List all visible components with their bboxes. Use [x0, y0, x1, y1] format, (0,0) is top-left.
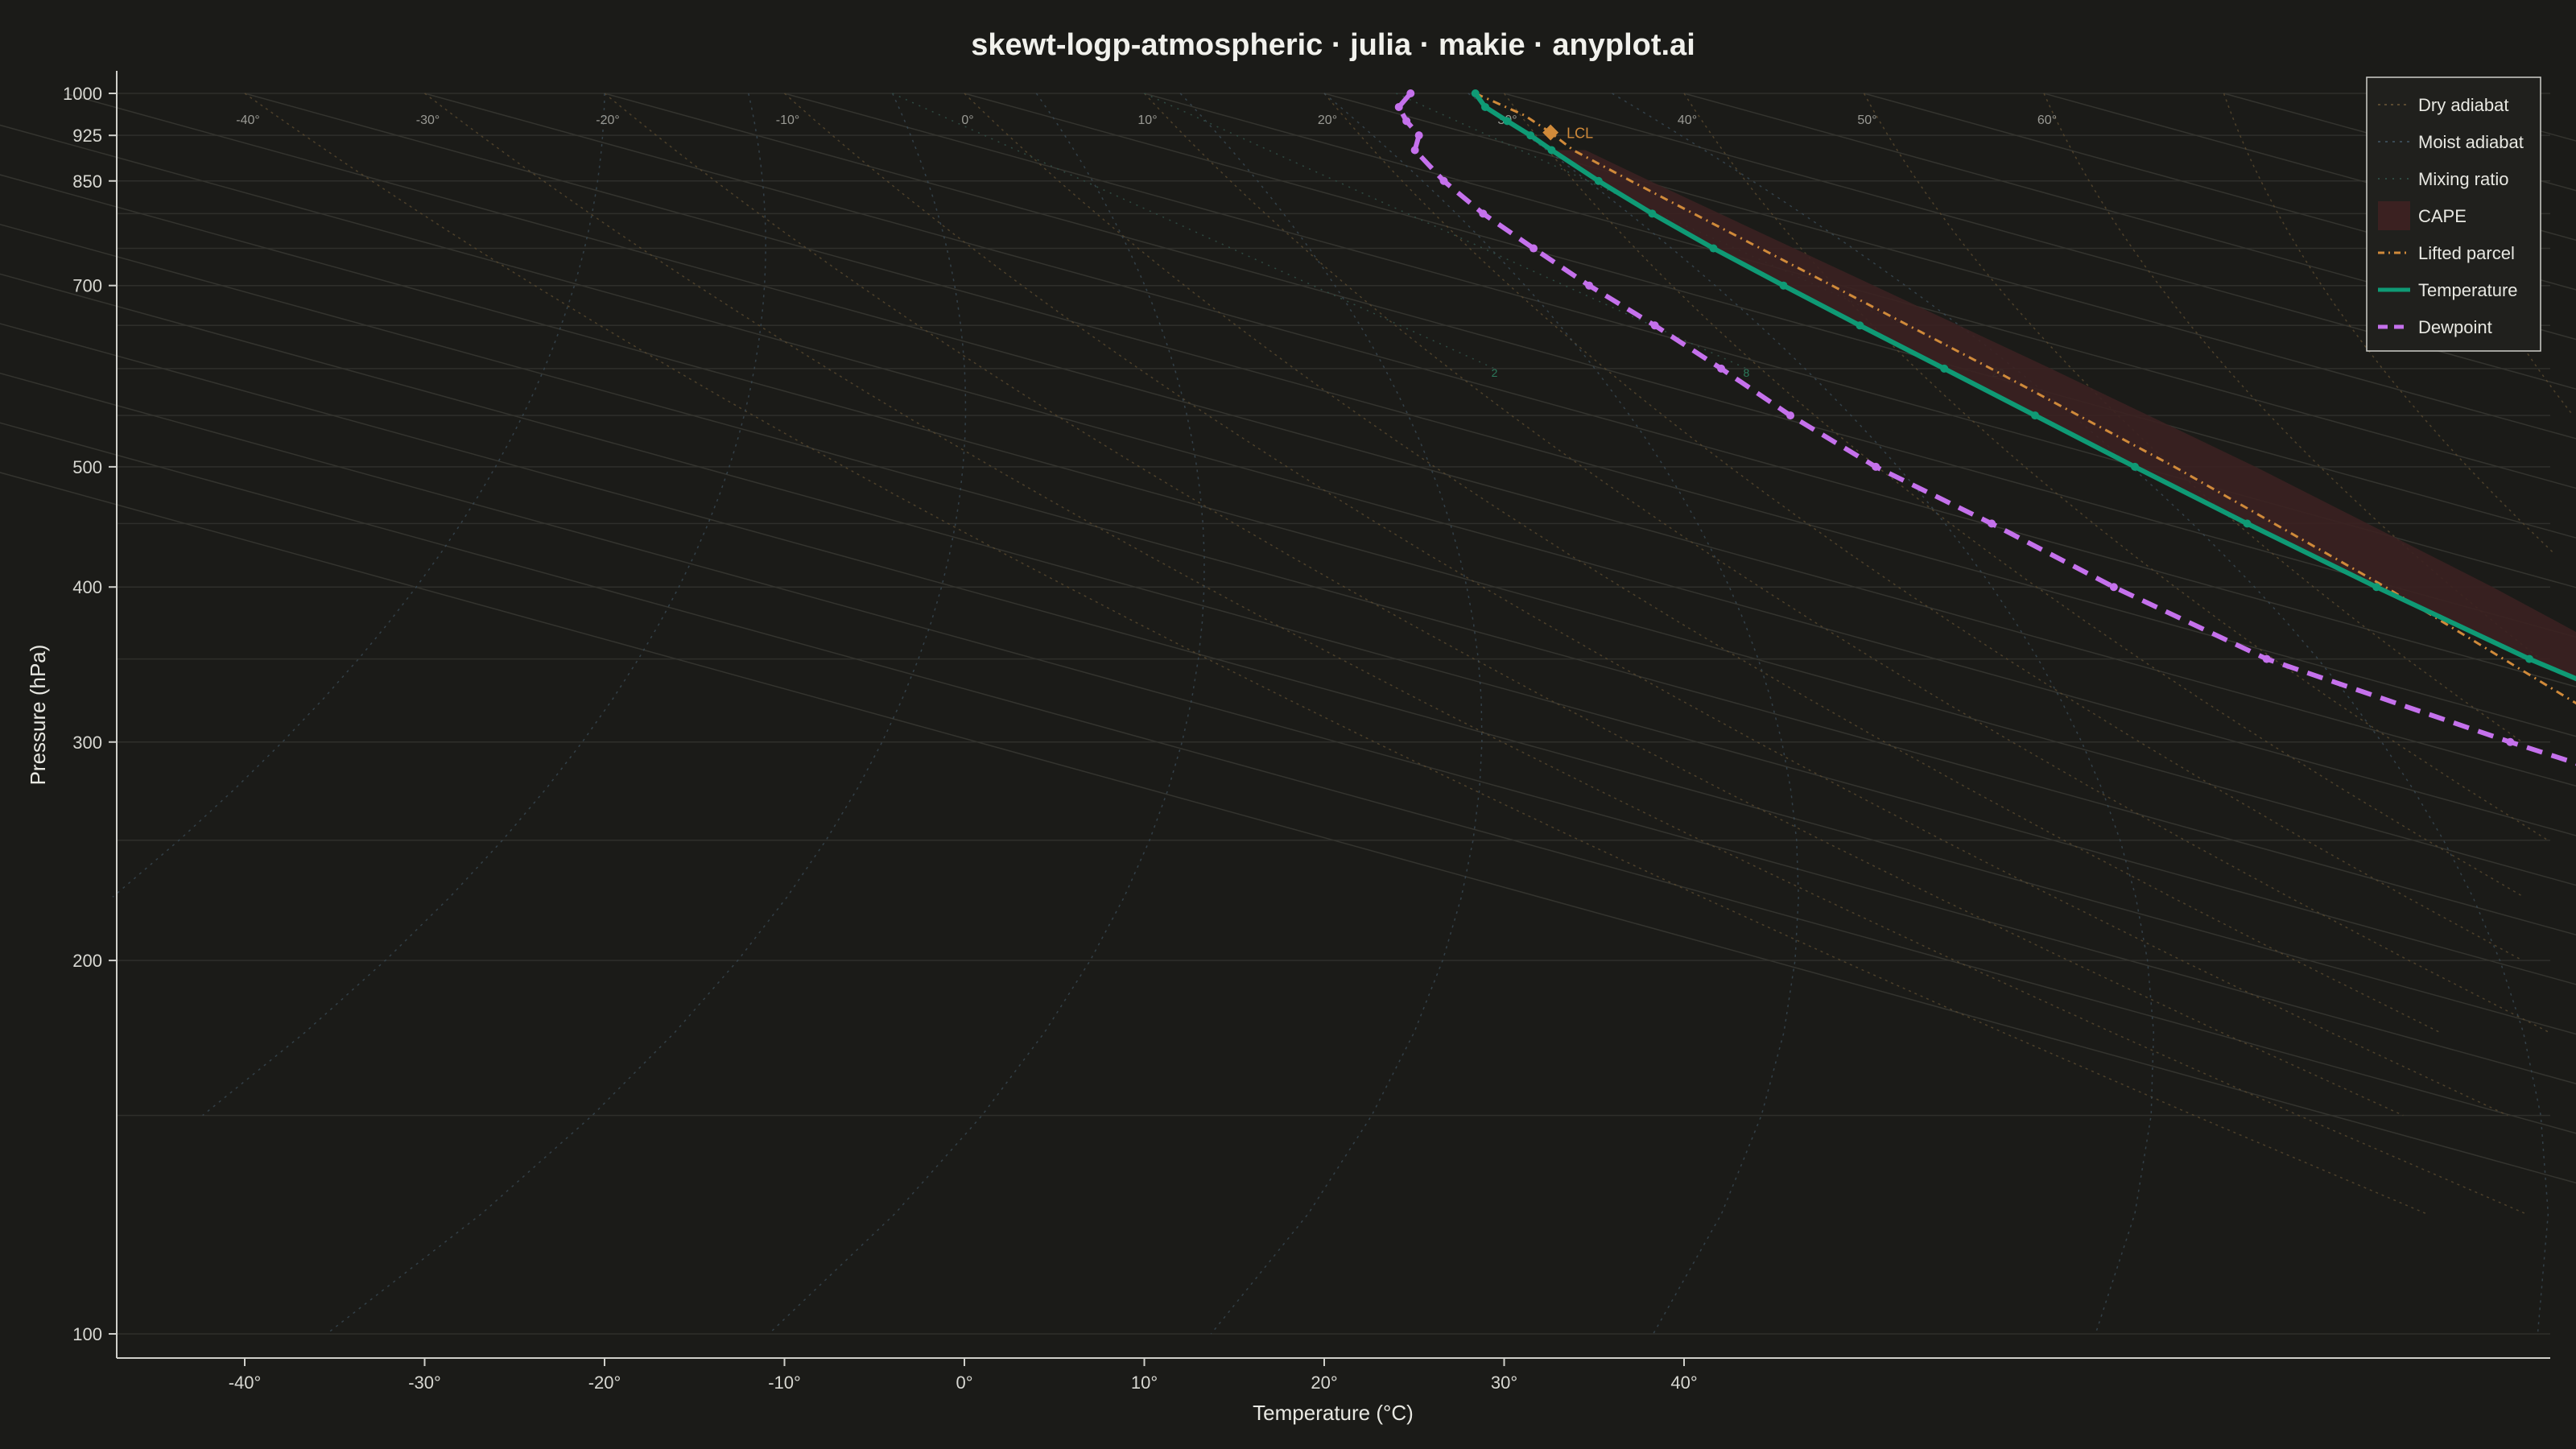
isotherm-label: -10° — [776, 114, 800, 127]
legend-label-cape: CAPE — [2418, 206, 2467, 226]
isotherm-label: 60° — [2037, 114, 2057, 127]
y-tick-label: 1000 — [63, 84, 102, 104]
isotherm-label: 50° — [1857, 114, 1876, 127]
isotherm-label: 20° — [1318, 114, 1337, 127]
dewpoint-point — [1530, 244, 1538, 253]
y-tick-label: 100 — [72, 1324, 102, 1344]
x-tick-label: -20° — [588, 1373, 621, 1393]
y-tick-label: 925 — [72, 126, 102, 146]
mixing-ratio-label: 8 — [1743, 366, 1749, 379]
chart-title: skewt-logp-atmospheric · julia · makie ·… — [971, 28, 1695, 62]
temperature-point — [1709, 244, 1718, 253]
dewpoint-point — [1717, 364, 1726, 373]
temperature-point — [1526, 131, 1535, 140]
temperature-point — [1940, 364, 1949, 373]
x-tick-label: -40° — [229, 1373, 262, 1393]
legend-label-lifted-parcel: Lifted parcel — [2418, 243, 2515, 263]
dewpoint-point — [1402, 117, 1411, 126]
x-tick-label: -10° — [768, 1373, 801, 1393]
isotherm-label: -30° — [416, 114, 440, 127]
temperature-point — [1503, 117, 1512, 126]
legend-label-dewpoint: Dewpoint — [2418, 317, 2492, 337]
dewpoint-point — [1988, 519, 1996, 528]
dewpoint-point — [2109, 583, 2118, 592]
y-tick-label: 700 — [72, 276, 102, 296]
lcl-label: LCL — [1567, 126, 1593, 142]
temperature-point — [1471, 89, 1480, 97]
dewpoint-point — [1585, 281, 1594, 290]
legend: Dry adiabat Moist adiabat Mixing ratio CAPE… — [2366, 76, 2541, 352]
temperature-point — [1594, 176, 1603, 185]
chart-background — [0, 0, 2576, 1449]
dewpoint-point — [1786, 411, 1795, 420]
y-tick-label: 850 — [72, 171, 102, 192]
isotherm-label: 10° — [1137, 114, 1157, 127]
skewt-chart: skewt-logp-atmospheric · julia · makie ·… — [0, 0, 2576, 1449]
dewpoint-point — [1414, 131, 1423, 140]
temperature-point — [1547, 146, 1556, 155]
dewpoint-point — [1394, 102, 1403, 111]
isotherm-label: 40° — [1678, 114, 1697, 127]
temperature-point — [2372, 583, 2381, 592]
x-tick-label: 10° — [1131, 1373, 1158, 1393]
temperature-point — [1648, 209, 1657, 218]
x-tick-label: 0° — [956, 1373, 972, 1393]
mixing-ratio-label: 2 — [1492, 366, 1498, 379]
temperature-point — [2243, 519, 2252, 528]
dewpoint-point — [1410, 146, 1419, 155]
x-tick-label: 30° — [1491, 1373, 1517, 1393]
y-tick-label: 500 — [72, 457, 102, 477]
temperature-point — [1481, 102, 1490, 111]
legend-label-dry-adiabat: Dry adiabat — [2418, 95, 2509, 115]
y-tick-label: 200 — [72, 951, 102, 971]
x-tick-label: 40° — [1670, 1373, 1697, 1393]
dewpoint-point — [1439, 176, 1448, 185]
temperature-point — [1779, 281, 1788, 290]
temperature-point — [2525, 654, 2534, 663]
temperature-point — [2131, 462, 2140, 471]
isotherm-label: 0° — [961, 114, 973, 127]
temperature-point — [2031, 411, 2040, 420]
dewpoint-point — [1479, 209, 1488, 218]
y-tick-label: 300 — [72, 733, 102, 753]
legend-swatch-cape — [2378, 201, 2410, 230]
legend-label-mixing-ratio: Mixing ratio — [2418, 169, 2508, 189]
isotherm-label: -20° — [596, 114, 620, 127]
dewpoint-point — [1872, 462, 1880, 471]
x-tick-label: 20° — [1311, 1373, 1337, 1393]
dewpoint-point — [2262, 654, 2271, 663]
dewpoint-point — [2506, 737, 2515, 746]
temperature-point — [1856, 321, 1864, 330]
x-axis-label: Temperature (°C) — [1253, 1401, 1414, 1425]
legend-label-temperature: Temperature — [2418, 280, 2518, 300]
legend-label-moist-adiabat: Moist adiabat — [2418, 132, 2524, 152]
dewpoint-point — [1406, 89, 1415, 97]
x-tick-label: -30° — [408, 1373, 441, 1393]
dewpoint-point — [1650, 321, 1659, 330]
isotherm-label: -40° — [236, 114, 260, 127]
y-tick-label: 400 — [72, 577, 102, 597]
y-axis-label: Pressure (hPa) — [26, 645, 50, 786]
